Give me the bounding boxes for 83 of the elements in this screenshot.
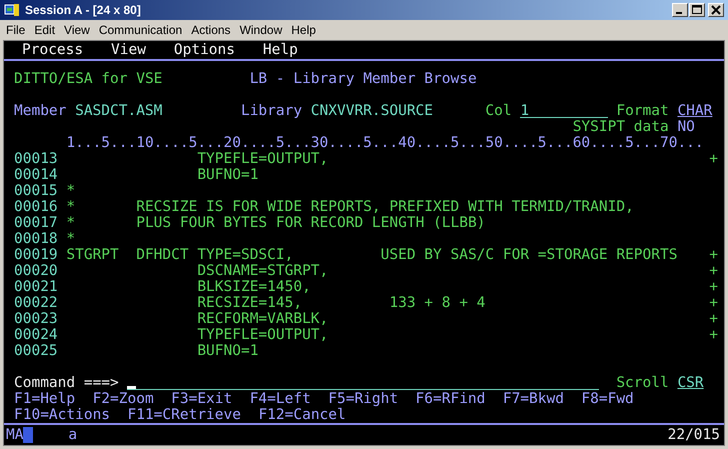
maximize-button[interactable]: [689, 3, 705, 17]
terminal-icon: [4, 2, 20, 18]
line-number: 00025: [14, 343, 59, 359]
function-key[interactable]: F1=Help: [14, 391, 76, 407]
line-number: 00015: [14, 183, 59, 199]
continuation-mark: +: [709, 295, 718, 311]
function-key[interactable]: F12=Cancel: [258, 407, 346, 423]
line-number: 00013: [14, 151, 59, 167]
source-line: * RECSIZE IS FOR WIDE REPORTS, PREFIXED WITH TERMID/TRANID,: [66, 199, 635, 215]
line-number: 00016: [14, 199, 59, 215]
menu-item[interactable]: Communication: [98, 23, 182, 37]
column-ruler: 1...5...10....5...20....5...30....5...40....5...50....5...60....5...70...: [66, 135, 705, 151]
col-field[interactable]: 1: [520, 103, 608, 118]
source-line: TYPEFLE=OUTPUT,: [196, 327, 330, 343]
function-key[interactable]: F6=RFind: [416, 391, 486, 407]
scroll-label: Scroll: [616, 375, 669, 391]
close-icon: [711, 5, 721, 15]
function-key[interactable]: F3=Exit: [171, 391, 232, 407]
cursor-position: 22/015: [668, 427, 720, 443]
function-key[interactable]: F4=Left: [250, 391, 311, 407]
line-number: 00024: [14, 327, 59, 343]
command-label: Command ===>: [14, 375, 119, 391]
function-key[interactable]: F5=Right: [328, 391, 398, 407]
library-label: Library: [240, 103, 302, 119]
function-key[interactable]: F7=Bkwd: [502, 391, 564, 407]
minimize-icon: [676, 12, 682, 14]
continuation-mark: +: [709, 279, 718, 295]
format-field[interactable]: CHAR: [677, 103, 712, 119]
close-button[interactable]: [708, 3, 724, 17]
line-number: 00021: [14, 279, 59, 295]
line-number: 00020: [14, 263, 59, 279]
source-line: BUFNO=1: [196, 167, 260, 183]
menu-item[interactable]: Window: [240, 23, 282, 37]
menu-item[interactable]: View: [64, 23, 90, 37]
scroll-field[interactable]: CSR: [677, 375, 704, 391]
source-line: *: [66, 231, 76, 247]
continuation-mark: +: [709, 247, 718, 263]
menu-item[interactable]: Help: [291, 23, 316, 37]
line-number: 00018: [14, 231, 59, 247]
source-line: *: [66, 183, 76, 199]
col-label: Col: [485, 103, 512, 119]
line-number: 00019: [14, 247, 59, 263]
minimize-button[interactable]: [672, 3, 688, 17]
line-number: 00017: [14, 215, 59, 231]
sysipt-label: SYSIPT data: [572, 119, 669, 135]
line-number: 00023: [14, 311, 59, 327]
cursor-block: [23, 427, 34, 443]
maximize-icon: [692, 5, 702, 15]
action-bar-item[interactable]: Help: [262, 41, 298, 59]
status-indicator: a: [68, 427, 78, 443]
line-number: 00022: [14, 295, 59, 311]
line-number: 00014: [14, 167, 59, 183]
source-line: BLKSIZE=1450,: [196, 279, 312, 295]
source-line: BUFNO=1: [196, 343, 260, 359]
continuation-mark: +: [709, 263, 718, 279]
action-bar-item[interactable]: Options: [174, 41, 235, 59]
continuation-mark: +: [709, 311, 718, 327]
menu-item[interactable]: Actions: [191, 23, 231, 37]
menu-item[interactable]: File: [6, 23, 26, 37]
action-bar-item[interactable]: Process: [22, 41, 84, 59]
member-name: SASDCT.ASM: [75, 103, 162, 119]
function-key[interactable]: F11=CRetrieve: [127, 407, 241, 423]
panel-title: LB - Library Member Browse: [250, 71, 477, 87]
function-key[interactable]: F2=Zoom: [92, 391, 154, 407]
action-bar-item[interactable]: View: [111, 41, 146, 59]
member-label: Member: [14, 103, 66, 119]
product-name: DITTO/ESA for VSE: [14, 71, 162, 87]
source-line: RECSIZE=145, 133 + 8 + 4: [196, 295, 486, 311]
function-key[interactable]: F8=Fwd: [581, 391, 634, 407]
continuation-mark: +: [709, 327, 718, 343]
window-title: Session A - [24 x 80]: [25, 3, 142, 17]
function-key[interactable]: F10=Actions: [14, 407, 110, 423]
format-label: Format: [616, 103, 669, 119]
source-line: TYPEFLE=OUTPUT,: [196, 151, 330, 167]
library-name: CNXVVRR.SOURCE: [310, 103, 434, 119]
sysipt-value: NO: [677, 119, 695, 135]
source-line: * PLUS FOUR BYTES FOR RECORD LENGTH (LLBB): [66, 215, 486, 231]
menu-item[interactable]: Edit: [34, 23, 56, 37]
source-line: RECFORM=VARBLK,: [196, 311, 330, 327]
status-mode: MA: [6, 427, 24, 443]
continuation-mark: +: [709, 151, 718, 167]
source-line: STGRPT DFHDCT TYPE=SDSCI, USED BY SAS/C FOR =STORAGE REPORTS: [66, 247, 678, 263]
source-line: DSCNAME=STGRPT,: [196, 263, 330, 279]
